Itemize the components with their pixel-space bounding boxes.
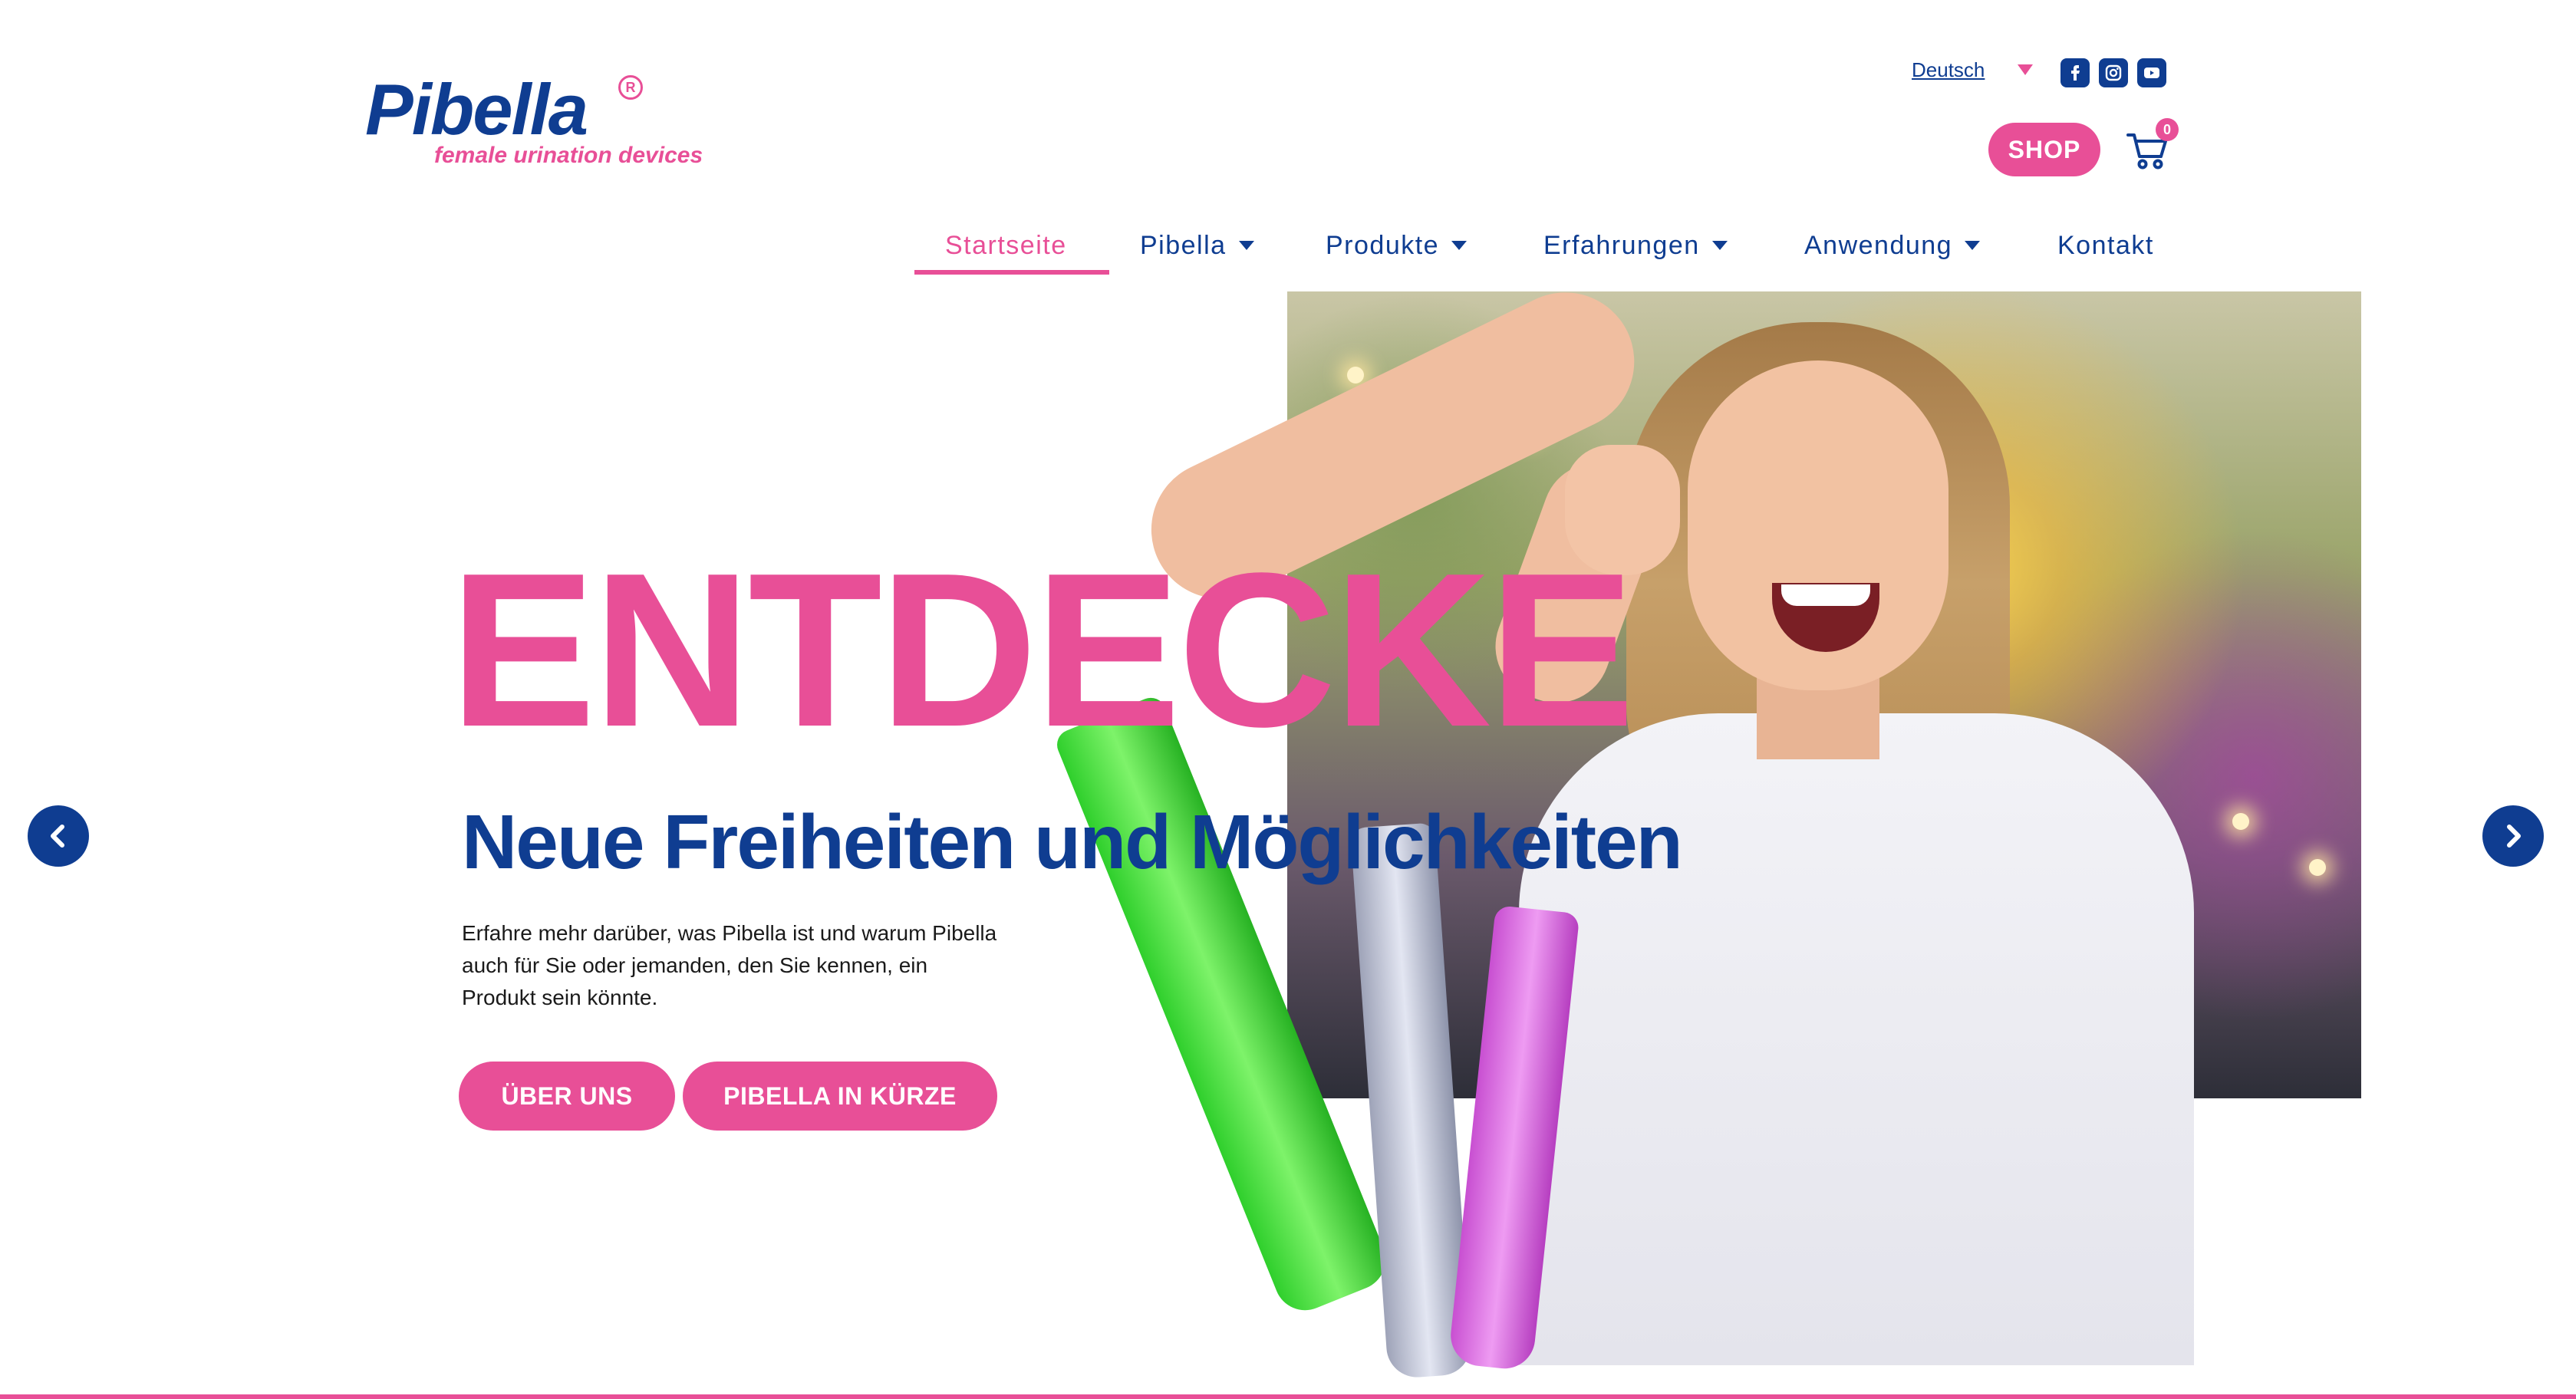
nav-label: Kontakt <box>2057 230 2154 260</box>
slider-prev-button[interactable] <box>28 805 89 867</box>
chevron-left-icon <box>51 825 64 848</box>
nav-startseite[interactable]: Startseite <box>945 229 1067 262</box>
chevron-down-icon <box>1965 241 1981 250</box>
logo-wordmark: Pibella <box>365 69 588 150</box>
slider-next-button[interactable] <box>2482 805 2544 867</box>
nav-label: Startseite <box>945 230 1067 260</box>
language-selector[interactable]: Deutsch <box>1912 58 1985 82</box>
facebook-icon[interactable] <box>2060 58 2090 87</box>
language-dropdown-icon[interactable] <box>2018 64 2033 75</box>
nav-label: Erfahrungen <box>1543 230 1700 260</box>
registered-mark: R <box>618 75 643 100</box>
hero-subtitle: Neue Freiheiten und Möglichkeiten <box>462 799 1683 885</box>
string-light <box>1347 367 1364 383</box>
nav-kontakt[interactable]: Kontakt <box>2057 229 2154 262</box>
nav-produkte[interactable]: Produkte <box>1326 229 1468 262</box>
logo[interactable]: Pibella R female urination devices <box>365 74 764 173</box>
chevron-down-icon <box>1238 241 1254 250</box>
chevron-down-icon <box>1711 241 1728 250</box>
chevron-right-icon <box>2507 825 2521 848</box>
cart-count-badge: 0 <box>2156 118 2179 141</box>
about-us-button[interactable]: ÜBER UNS <box>459 1062 675 1131</box>
nav-active-indicator <box>914 270 1109 275</box>
string-light <box>2309 859 2326 876</box>
logo-tagline: female urination devices <box>434 143 703 168</box>
nav-label: Produkte <box>1326 230 1440 260</box>
hero-title: ENTDECKE <box>450 527 1635 772</box>
nav-erfahrungen[interactable]: Erfahrungen <box>1543 229 1728 262</box>
nav-anwendung[interactable]: Anwendung <box>1804 229 1981 262</box>
nav-pibella[interactable]: Pibella <box>1140 229 1254 262</box>
chevron-down-icon <box>1451 241 1468 250</box>
nav-label: Anwendung <box>1804 230 1953 260</box>
bottom-border <box>0 1394 2576 1399</box>
nav-label: Pibella <box>1140 230 1227 260</box>
pibella-overview-button[interactable]: PIBELLA IN KÜRZE <box>683 1062 997 1131</box>
string-light <box>2232 813 2249 830</box>
hero-model-teeth <box>1781 584 1870 606</box>
shop-button[interactable]: SHOP <box>1988 123 2100 176</box>
hero-description: Erfahre mehr darüber, was Pibella ist un… <box>462 921 997 1009</box>
instagram-icon[interactable] <box>2099 58 2128 87</box>
youtube-icon[interactable] <box>2137 58 2166 87</box>
